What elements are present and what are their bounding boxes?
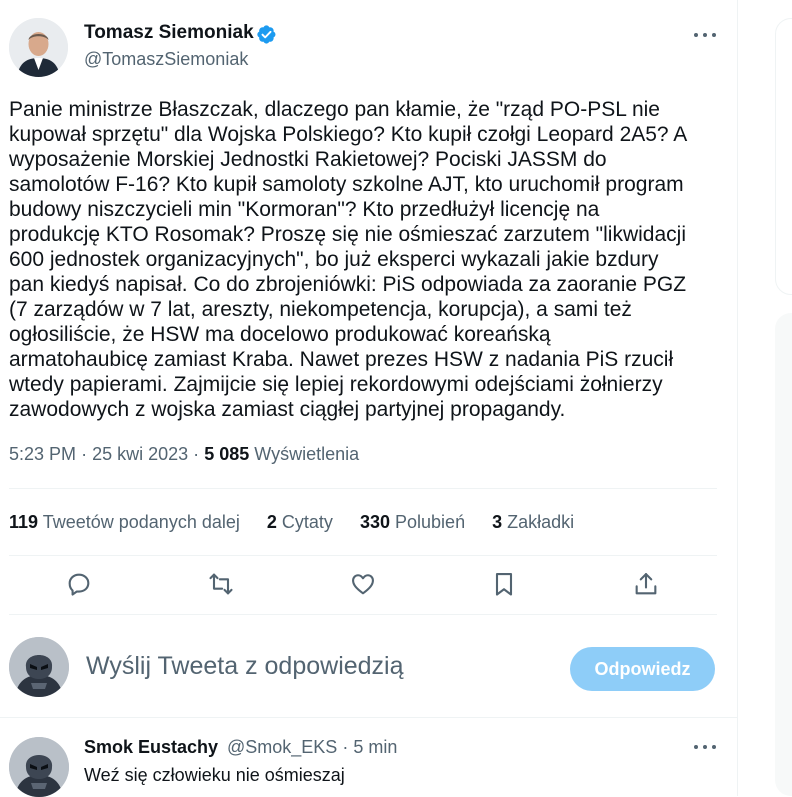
stat-quotes[interactable]: 2 Cytaty [267, 512, 333, 532]
reply-author-name[interactable]: Smok Eustachy [84, 737, 218, 758]
reply-text: Weź się człowieku nie ośmieszaj [84, 765, 345, 785]
tweet-time[interactable]: 5:23 PM [9, 444, 76, 464]
my-avatar[interactable] [9, 637, 69, 697]
stat-label: Polubień [395, 512, 466, 532]
stat-retweets[interactable]: 119 Tweetów podanych dalej [9, 512, 240, 532]
author-handle[interactable]: @TomaszSiemoniak [84, 49, 248, 70]
more-options-icon[interactable] [694, 31, 716, 39]
tweet-meta: 5:23 PM · 25 kwi 2023 · 5 085 Wyświetlen… [9, 444, 359, 465]
verified-badge-icon [256, 24, 277, 45]
stat-label: Tweetów podanych dalej [42, 512, 240, 532]
sidebar-card [775, 313, 792, 796]
reply-more-options-icon[interactable] [694, 743, 716, 751]
stat-count: 2 [266, 512, 277, 532]
author-name[interactable]: Tomasz Siemoniak [84, 22, 254, 44]
reply-author-meta: @Smok_EKS · 5 min [227, 737, 397, 758]
meta-separator: · [81, 444, 88, 464]
divider [9, 614, 717, 615]
reply-button[interactable]: Odpowiedz [570, 647, 715, 691]
action-bar [0, 570, 737, 600]
tweet-text: Panie ministrze Błaszczak, dlaczego pan … [9, 98, 688, 421]
views-label: Wyświetlenia [254, 444, 360, 464]
tweet-date[interactable]: 25 kwi 2023 [92, 444, 188, 464]
divider [9, 555, 717, 556]
reply-icon[interactable] [65, 570, 93, 598]
like-icon[interactable] [349, 570, 377, 598]
meta-separator: · [193, 444, 200, 464]
stat-label: Zakładki [507, 512, 575, 532]
meta-separator: · [342, 737, 349, 757]
share-icon[interactable] [632, 570, 660, 598]
engagement-stats: 119 Tweetów podanych dalej 2 Cytaty 330 … [9, 512, 596, 533]
stat-count: 119 [9, 512, 39, 532]
reply-input[interactable]: Wyślij Tweeta z odpowiedzią [86, 652, 404, 681]
stat-count: 330 [359, 512, 390, 532]
stat-count: 3 [492, 512, 503, 532]
divider [9, 488, 717, 489]
stat-likes[interactable]: 330 Polubień [360, 512, 465, 532]
views-count: 5 085 [204, 444, 250, 464]
reply-time[interactable]: 5 min [353, 737, 397, 757]
divider [0, 717, 737, 718]
tweet-detail-column: Tomasz Siemoniak @TomaszSiemoniak Panie … [0, 0, 738, 797]
retweet-icon[interactable] [207, 570, 235, 598]
reply-author-handle[interactable]: @Smok_EKS [227, 737, 337, 757]
stat-label: Cytaty [281, 512, 333, 532]
bookmark-icon[interactable] [490, 570, 518, 598]
stat-bookmarks[interactable]: 3 Zakładki [492, 512, 574, 532]
sidebar-card [775, 18, 792, 295]
reply-author-avatar[interactable] [9, 737, 69, 797]
author-avatar[interactable] [9, 18, 68, 77]
